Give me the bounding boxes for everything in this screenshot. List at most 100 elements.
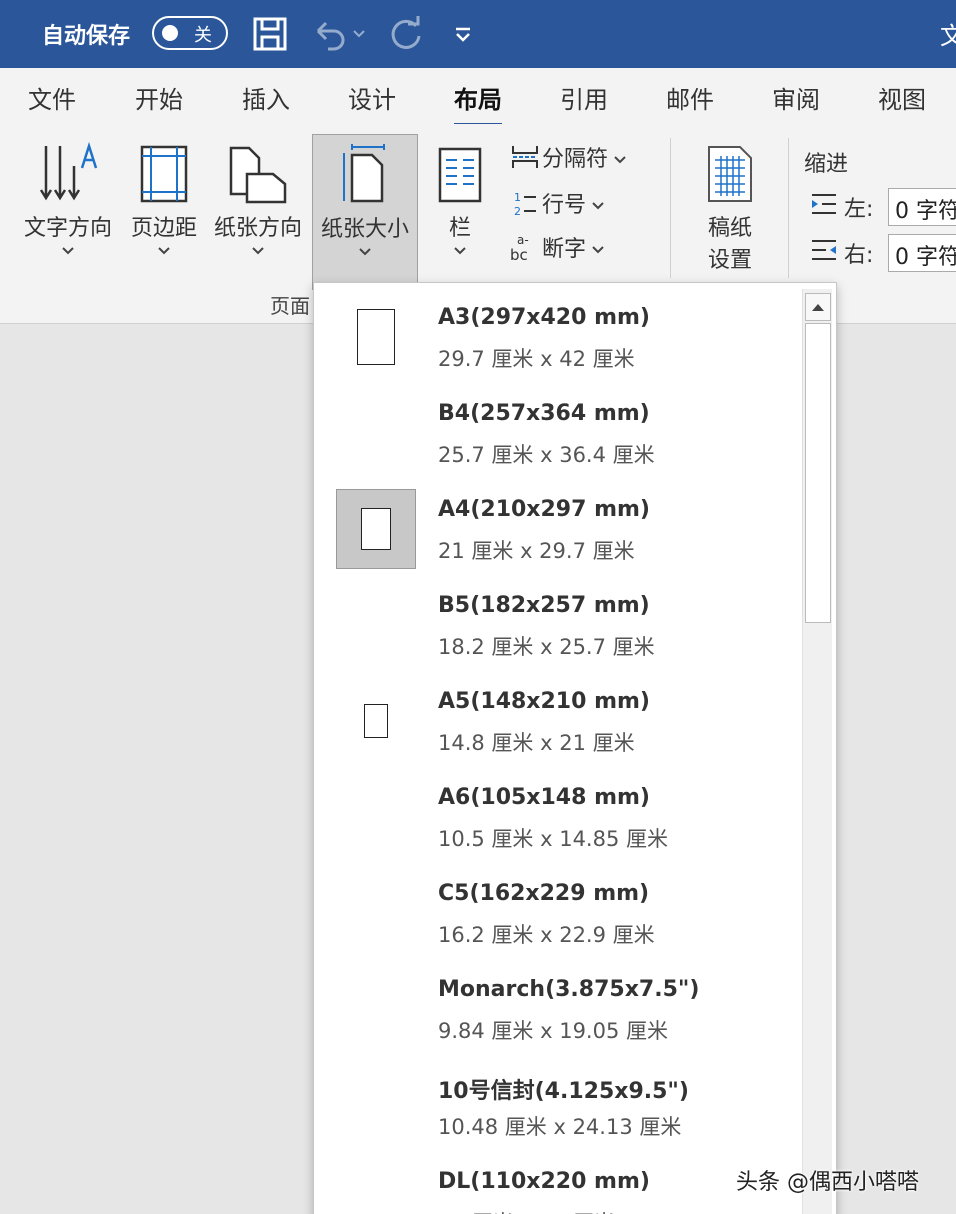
indent-left-label: 左: [844, 197, 874, 222]
chevron-down-icon [614, 145, 626, 170]
tab-view[interactable]: 视图 [878, 80, 926, 115]
text-direction-label: 文字方向 [23, 216, 112, 241]
chevron-down-icon [592, 235, 604, 260]
autosave-toggle[interactable]: 关 [152, 16, 228, 50]
paper-size-button[interactable]: 纸张大小 [312, 134, 418, 290]
manuscript-settings-button[interactable]: 稿纸 设置 [690, 134, 770, 276]
paper-size-item[interactable]: 10号信封(4.125x9.5") 10.48 厘米 x 24.13 厘米 [314, 1059, 802, 1155]
tab-review[interactable]: 审阅 [772, 80, 820, 115]
svg-text:a-: a- [517, 233, 529, 247]
text-direction-button[interactable]: 文字方向 [18, 134, 118, 276]
columns-label: 栏 [448, 216, 471, 241]
hyphenation-icon: a-bc [508, 232, 542, 262]
page-setup-group-label: 页面 [270, 294, 310, 318]
paper-size-name: DL(110x220 mm) [438, 1169, 650, 1194]
paper-size-item[interactable]: Monarch(3.875x7.5") 9.84 厘米 x 19.05 厘米 [314, 963, 802, 1059]
document-title: 文 [940, 22, 956, 50]
paper-size-item[interactable]: C5(162x229 mm) 16.2 厘米 x 22.9 厘米 [314, 867, 802, 963]
tab-layout[interactable]: 布局 [454, 80, 502, 127]
orientation-label: 纸张方向 [213, 216, 302, 241]
orientation-icon [210, 134, 306, 204]
paper-size-dimensions: 11 厘米 x 22 厘米 [438, 1207, 615, 1214]
hyphenation-button[interactable]: a-bc 断字 [508, 230, 604, 264]
line-numbers-icon: 12 [508, 189, 542, 217]
paper-size-dimensions: 21 厘米 x 29.7 厘米 [438, 539, 635, 563]
breaks-button[interactable]: 分隔符 [508, 140, 626, 174]
paper-thumbnail-icon [336, 297, 416, 377]
ribbon-tabs: 文件 开始 插入 设计 布局 引用 邮件 审阅 视图 [0, 68, 956, 127]
paper-size-dimensions: 10.5 厘米 x 14.85 厘米 [438, 827, 669, 851]
paper-size-dimensions: 16.2 厘米 x 22.9 厘米 [438, 923, 655, 947]
indent-right-icon [810, 238, 844, 268]
paper-size-item[interactable]: A5(148x210 mm) 14.8 厘米 x 21 厘米 [314, 675, 802, 771]
quick-access-more-icon[interactable] [446, 14, 480, 54]
paper-size-name: 10号信封(4.125x9.5") [438, 1079, 689, 1104]
paper-size-item[interactable]: B5(182x257 mm) 18.2 厘米 x 25.7 厘米 [314, 579, 802, 675]
margins-icon [124, 134, 204, 204]
title-bar: 自动保存 关 文 [0, 0, 956, 68]
scroll-up-arrow-icon[interactable] [805, 293, 831, 321]
dropdown-scrollbar[interactable] [802, 289, 832, 1214]
chevron-down-icon [210, 246, 306, 264]
paper-size-item[interactable]: B4(257x364 mm) 25.7 厘米 x 36.4 厘米 [314, 387, 802, 483]
breaks-label: 分隔符 [542, 147, 609, 172]
tab-references[interactable]: 引用 [560, 80, 608, 115]
indent-group-title: 缩进 [804, 152, 849, 177]
line-numbers-label: 行号 [542, 193, 587, 218]
group-separator [788, 138, 789, 278]
paper-size-item[interactable]: A3(297x420 mm) 29.7 厘米 x 42 厘米 [314, 291, 802, 387]
paper-size-name: B4(257x364 mm) [438, 401, 650, 426]
paper-size-dimensions: 25.7 厘米 x 36.4 厘米 [438, 443, 655, 467]
indent-right-label: 右: [844, 243, 874, 268]
orientation-button[interactable]: 纸张方向 [210, 134, 306, 276]
manuscript-label-line2: 设置 [707, 248, 752, 273]
watermark: 头条 @偶西小嗒嗒 [736, 1170, 919, 1195]
svg-text:1: 1 [514, 191, 521, 204]
paper-thumbnail-icon [336, 489, 416, 569]
chevron-down-icon [124, 246, 204, 264]
paper-size-item[interactable]: A4(210x297 mm) 21 厘米 x 29.7 厘米 [314, 483, 802, 579]
paper-size-name: B5(182x257 mm) [438, 593, 650, 618]
hyphenation-label: 断字 [542, 237, 587, 262]
paper-sheet-icon [361, 508, 391, 550]
columns-button[interactable]: 栏 [430, 134, 490, 276]
paper-size-dimensions: 9.84 厘米 x 19.05 厘米 [438, 1019, 669, 1043]
save-icon[interactable] [250, 14, 290, 54]
toggle-knob [162, 25, 178, 41]
line-numbers-button[interactable]: 12 行号 [508, 186, 604, 220]
indent-right-row: 右: [810, 234, 873, 272]
group-separator [670, 138, 671, 278]
indent-right-input[interactable]: 0 字符 [888, 234, 956, 272]
chevron-down-icon [313, 247, 417, 265]
paper-size-name: A4(210x297 mm) [438, 497, 650, 522]
paper-size-name: A6(105x148 mm) [438, 785, 650, 810]
paper-size-name: A3(297x420 mm) [438, 305, 650, 330]
svg-text:2: 2 [514, 205, 521, 217]
paper-size-name: Monarch(3.875x7.5") [438, 977, 700, 1002]
paper-thumbnail-icon [336, 681, 416, 761]
paper-size-item[interactable]: A6(105x148 mm) 10.5 厘米 x 14.85 厘米 [314, 771, 802, 867]
margins-button[interactable]: 页边距 [124, 134, 204, 276]
tab-home[interactable]: 开始 [135, 80, 183, 115]
paper-size-item[interactable]: DL(110x220 mm) 11 厘米 x 22 厘米 [314, 1155, 802, 1214]
redo-icon[interactable] [384, 14, 428, 54]
manuscript-grid-icon [690, 134, 770, 204]
paper-size-label: 纸张大小 [320, 217, 409, 242]
columns-icon [430, 134, 490, 204]
paper-size-dropdown: A3(297x420 mm) 29.7 厘米 x 42 厘米 B4(257x364 … [313, 282, 837, 1214]
tab-mailings[interactable]: 邮件 [666, 80, 714, 115]
paper-size-dimensions: 10.48 厘米 x 24.13 厘米 [438, 1115, 682, 1139]
tab-design[interactable]: 设计 [348, 80, 396, 115]
chevron-down-icon [18, 246, 118, 264]
autosave-label: 自动保存 [42, 24, 131, 49]
autosave-state: 关 [194, 25, 212, 46]
margins-label: 页边距 [130, 216, 197, 241]
indent-left-input[interactable]: 0 字符 [888, 188, 956, 226]
breaks-icon [508, 144, 542, 170]
scrollbar-thumb[interactable] [805, 323, 831, 623]
tab-file[interactable]: 文件 [28, 80, 76, 115]
svg-text:bc: bc [510, 246, 528, 262]
paper-sheet-icon [357, 309, 395, 365]
undo-icon[interactable] [308, 14, 372, 54]
tab-insert[interactable]: 插入 [242, 80, 290, 115]
